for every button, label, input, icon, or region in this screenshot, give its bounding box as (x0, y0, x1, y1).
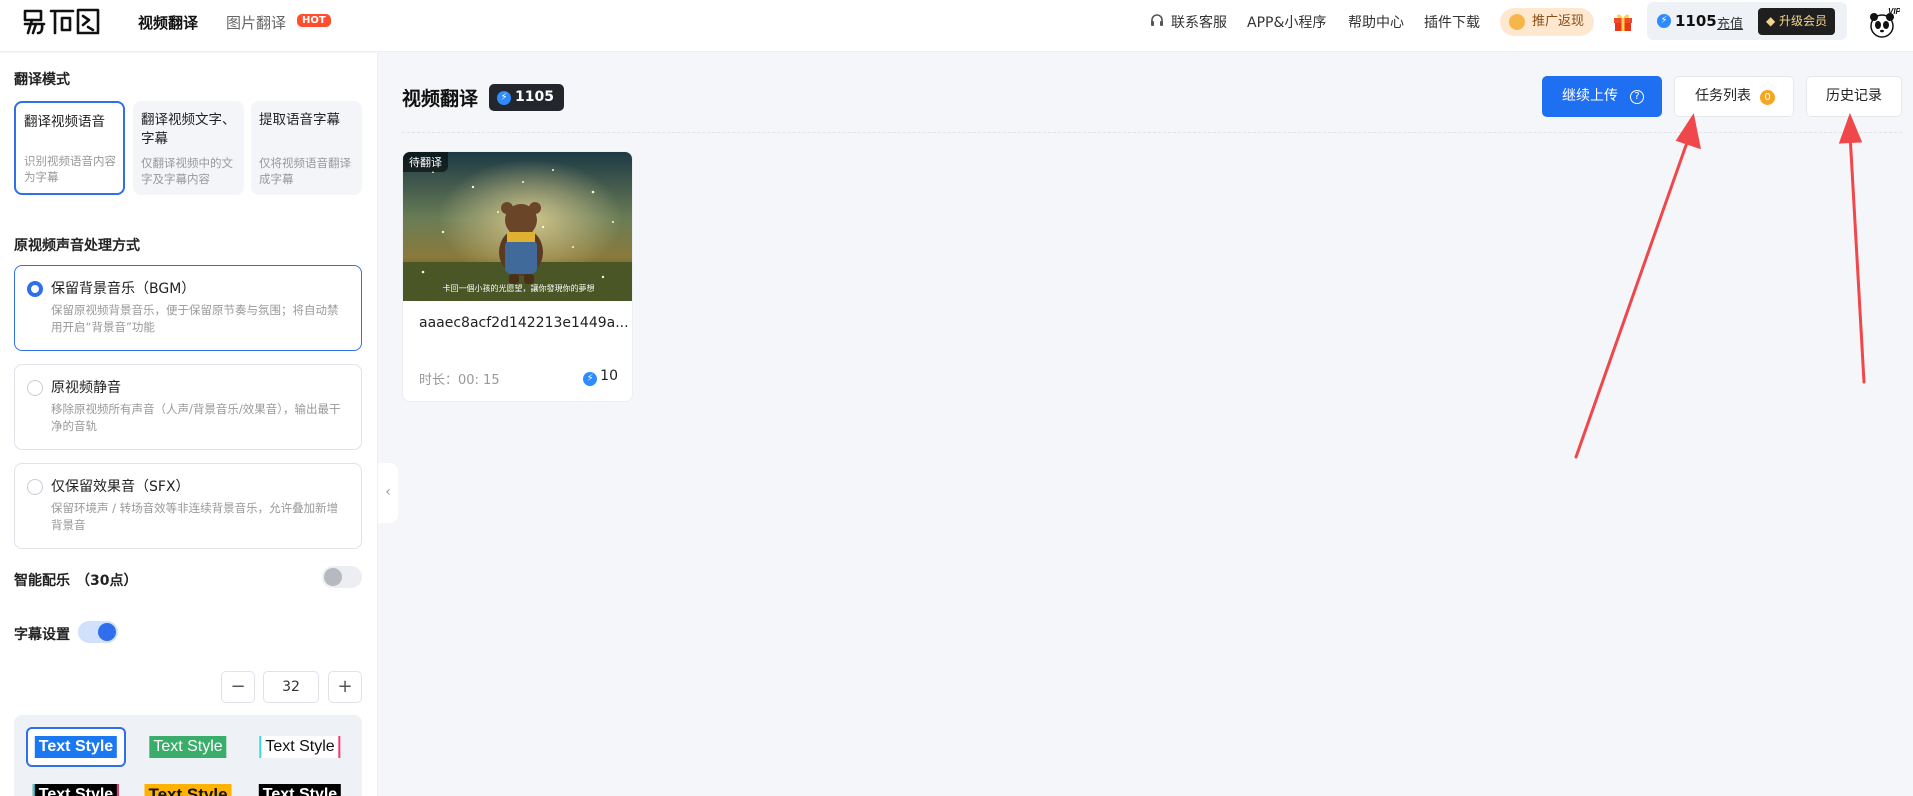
diamond-icon: ◆ (1766, 14, 1780, 28)
page-title: 视频翻译 (402, 88, 479, 110)
toggle-knob (98, 623, 116, 641)
text-style-black[interactable]: Text Style (250, 775, 350, 796)
style-preview: Text Style (32, 784, 120, 796)
video-card[interactable]: 待翻译 卡回一個小孩的光愿望，讓你發現你的夢想 aaaec8acf2d14221… (402, 151, 633, 402)
recharge-link[interactable]: 充值 (1717, 13, 1743, 32)
promo-button[interactable]: 推广返现 (1500, 8, 1595, 36)
text-style-yellow[interactable]: Text Style (138, 775, 238, 796)
style-preview: Text Style (149, 736, 227, 758)
help-center-link[interactable]: 帮助中心 (1348, 12, 1404, 32)
lightning-icon: ⚡ (1657, 14, 1671, 28)
settings-sidebar: 翻译模式 翻译视频语音 识别视频语音内容为字幕 翻译视频文字、字幕 仅翻译视频中… (0, 53, 378, 796)
audio-option-keep-bgm[interactable]: 保留背景音乐（BGM） 保留原视频背景音乐，便于保留原节奏与氛围；将自动禁用开启… (14, 265, 362, 351)
font-size-increase-button[interactable]: + (328, 671, 362, 703)
gift-icon[interactable] (1612, 10, 1634, 32)
history-button[interactable]: 历史记录 (1806, 76, 1902, 117)
plugin-download-link[interactable]: 插件下载 (1424, 12, 1480, 32)
mode-translate-speech[interactable]: 翻译视频语音 识别视频语音内容为字幕 (14, 101, 125, 195)
style-preview: Text Style (144, 784, 232, 796)
mode-desc: 仅翻译视频中的文字及字幕内容 (141, 156, 233, 186)
mode-title: 提取语音字幕 (259, 112, 340, 128)
continue-upload-button[interactable]: 继续上传 ? (1542, 76, 1662, 117)
app-link[interactable]: APP&小程序 (1247, 12, 1326, 32)
account-box: ⚡ 1105 充值 ◆ 升级会员 (1647, 2, 1847, 40)
divider (402, 132, 1902, 133)
toggle-knob (324, 568, 342, 586)
smart-music-points: （30点） (76, 573, 138, 589)
option-desc: 保留环境声 / 转场音效等非连续背景音乐，允许叠加新增背景音 (51, 501, 339, 532)
nav-image-translate[interactable]: 图片翻译 (226, 12, 286, 33)
smart-music-toggle[interactable] (322, 566, 362, 588)
font-size-input[interactable]: 32 (263, 671, 319, 703)
cost-value: 10 (600, 368, 618, 384)
smart-music-label: 智能配乐 （30点） (14, 570, 137, 590)
continue-upload-label: 继续上传 (1562, 88, 1618, 104)
task-list-label: 任务列表 (1695, 88, 1751, 104)
header-credits: 1105 (1675, 12, 1717, 30)
style-preview: Text Style (34, 736, 118, 758)
task-count-badge: 0 (1760, 90, 1775, 105)
upgrade-label: 升级会员 (1779, 14, 1828, 28)
subtitle-settings-label: 字幕设置 (14, 627, 70, 643)
option-title: 保留背景音乐（BGM） (51, 281, 196, 297)
video-subtitle: 卡回一個小孩的光愿望，讓你發現你的夢想 (442, 284, 595, 293)
mode-title: 翻译视频文字、字幕 (141, 112, 236, 147)
subtitle-toggle[interactable] (78, 621, 118, 643)
hot-badge: HOT (297, 14, 331, 27)
coin-icon (1509, 14, 1525, 30)
mode-desc: 仅将视频语音翻译成字幕 (259, 156, 351, 186)
app-logo[interactable] (22, 6, 100, 36)
mode-extract-subtitle[interactable]: 提取语音字幕 仅将视频语音翻译成字幕 (251, 101, 362, 195)
text-style-outline[interactable]: Text Style (250, 727, 350, 767)
upgrade-vip-button[interactable]: ◆ 升级会员 (1758, 8, 1836, 35)
arrow-head (1838, 112, 1863, 144)
radio-button[interactable] (27, 281, 43, 297)
top-header: 视频翻译 图片翻译 HOT 联系客服 APP&小程序 帮助中心 插件下载 推广返… (0, 0, 1913, 52)
status-badge: 待翻译 (403, 152, 448, 172)
lightning-icon: ⚡ (497, 91, 511, 105)
vip-tag: VIP (1888, 7, 1900, 16)
audio-option-keep-sfx[interactable]: 仅保留效果音（SFX） 保留环境声 / 转场音效等非连续背景音乐，允许叠加新增背… (14, 463, 362, 549)
mode-desc: 识别视频语音内容为字幕 (24, 154, 116, 184)
video-cost: ⚡ 10 (583, 368, 618, 386)
collapse-sidebar-button[interactable]: ‹ (378, 463, 398, 523)
video-duration: 时长：00: 15 (419, 373, 500, 388)
mode-title: 翻译视频语音 (24, 114, 105, 130)
nav-video-translate[interactable]: 视频翻译 (138, 12, 198, 33)
text-style-black-glitch[interactable]: Text Style (26, 775, 126, 796)
support-link[interactable]: 联系客服 (1171, 12, 1227, 32)
user-avatar[interactable]: VIP (1866, 6, 1900, 40)
option-title: 原视频静音 (51, 380, 121, 396)
video-thumbnail[interactable] (403, 152, 633, 301)
radio-button[interactable] (27, 479, 43, 495)
text-style-panel: Text Style Text Style Text Style Text St… (14, 715, 362, 796)
credits-value: 1105 (515, 89, 554, 105)
help-icon[interactable]: ? (1630, 90, 1644, 104)
video-file-name: aaaec8acf2d142213e1449a... (419, 315, 629, 331)
audio-section-title: 原视频声音处理方式 (14, 238, 140, 254)
arrow-to-task-list (1574, 132, 1692, 459)
mode-translate-text[interactable]: 翻译视频文字、字幕 仅翻译视频中的文字及字幕内容 (133, 101, 244, 195)
text-style-green[interactable]: Text Style (138, 727, 238, 767)
arrow-to-history (1848, 132, 1866, 384)
lightning-icon: ⚡ (583, 372, 598, 386)
option-title: 仅保留效果音（SFX） (51, 479, 190, 495)
headset-icon (1151, 14, 1163, 26)
credits-badge: ⚡ 1105 (489, 84, 564, 111)
option-desc: 保留原视频背景音乐，便于保留原节奏与氛围；将自动禁用开启“背景音”功能 (51, 303, 339, 334)
font-size-decrease-button[interactable]: − (221, 671, 255, 703)
style-preview: Text Style (258, 784, 342, 796)
style-preview: Text Style (259, 736, 341, 758)
radio-button[interactable] (27, 380, 43, 396)
smart-music-title: 智能配乐 (14, 573, 70, 589)
audio-option-mute[interactable]: 原视频静音 移除原视频所有声音（人声/背景音乐/效果音），输出最干净的音轨 (14, 364, 362, 450)
task-list-button[interactable]: 任务列表 0 (1674, 76, 1794, 117)
option-desc: 移除原视频所有声音（人声/背景音乐/效果音），输出最干净的音轨 (51, 402, 341, 433)
text-style-blue[interactable]: Text Style (26, 727, 126, 767)
promo-label: 推广返现 (1532, 14, 1585, 29)
mode-section-title: 翻译模式 (14, 72, 70, 88)
